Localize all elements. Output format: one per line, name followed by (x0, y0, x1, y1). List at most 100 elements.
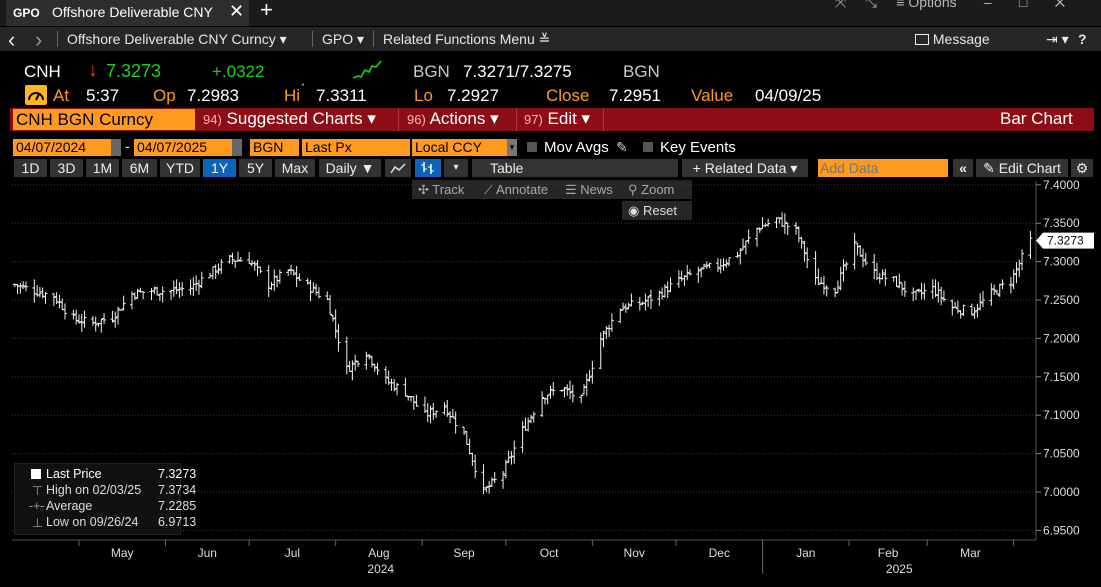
forward-icon[interactable]: › (35, 27, 42, 53)
ohlc-bar (82, 310, 87, 328)
ohlc-bar (1014, 262, 1019, 284)
ohlc-bar (565, 384, 570, 396)
close-label: Close (546, 86, 590, 105)
ohlc-bar (364, 351, 369, 370)
window-controls[interactable]: ⤧ ⤡ ≡ Options – □ ✕ (835, 0, 1065, 11)
related-data-button[interactable]: + Related Data ▾ (682, 159, 808, 177)
new-tab-icon[interactable]: + (260, 0, 273, 23)
export-icon[interactable]: ⇥ ▾ (1046, 31, 1069, 48)
ohlc-bar (102, 313, 107, 325)
y-tick-label: 7.1500 (1043, 370, 1080, 384)
ohlc-bar (520, 421, 525, 453)
net-change: +.0322 (212, 62, 265, 81)
edit-menu[interactable]: 97) Edit ▾ (524, 109, 590, 129)
ohlc-bar (247, 252, 252, 265)
field-selector[interactable]: Last Px (302, 139, 410, 156)
back-icon[interactable]: ‹ (8, 27, 15, 53)
end-date-field[interactable]: 04/07/2025 (134, 139, 235, 156)
ohlc-bar (604, 326, 609, 340)
legend-value: 6.9713 (158, 515, 197, 529)
range-1m-button[interactable]: 1M (86, 159, 119, 177)
security-field[interactable]: CNH BGN Curncy (13, 109, 195, 130)
ohlc-bar (294, 265, 299, 288)
ohlc-bar (796, 226, 801, 243)
close-icon[interactable]: ✕ (229, 1, 244, 22)
help-icon[interactable]: ? (1078, 31, 1087, 47)
gauge-icon[interactable] (25, 85, 47, 105)
range-max-button[interactable]: Max (275, 159, 315, 177)
currency-dropdown-icon[interactable]: ▾ (507, 139, 517, 156)
ohlc-bar (252, 261, 257, 271)
chart-style-dropdown-icon[interactable]: ▾ (444, 159, 468, 177)
chart-legend: Last Price 7.3273 ⊤ High on 02/03/25 7.3… (14, 463, 196, 535)
ticker: CNH (24, 62, 61, 81)
bar-chart-icon[interactable] (415, 159, 441, 177)
shrink-icon[interactable]: ⤡ (866, 0, 877, 10)
chart-type-label[interactable]: Bar Chart (1000, 109, 1073, 129)
key-events-label: Key Events (660, 139, 736, 156)
ohlc-bar (372, 363, 377, 372)
actions-menu[interactable]: 96) Actions ▾ (407, 109, 499, 129)
minimize-icon[interactable]: – (984, 0, 992, 10)
ohlc-bar (872, 253, 877, 280)
at-label: At (53, 86, 70, 105)
ohlc-bar (492, 472, 497, 484)
ohlc-bar (484, 486, 489, 493)
ohlc-bar (551, 382, 556, 396)
options-button[interactable]: ≡ Options (896, 0, 956, 10)
range-3d-button[interactable]: 3D (50, 159, 83, 177)
date-dash: - (125, 138, 130, 154)
line-chart-icon[interactable] (385, 159, 411, 177)
range-1d-button[interactable]: 1D (14, 159, 47, 177)
key-events-checkbox[interactable] (643, 142, 653, 152)
legend-value: 7.3734 (158, 483, 197, 497)
ohlc-bar (721, 258, 726, 271)
source-field[interactable]: BGN (250, 139, 299, 156)
calendar-icon[interactable] (232, 139, 242, 156)
message-button[interactable]: Message (915, 31, 990, 47)
security-dropdown[interactable]: Offshore Deliverable CNY Curncy ▾ (67, 31, 287, 48)
ohlc-bar (668, 277, 673, 293)
start-date-field[interactable]: 04/07/2024 (13, 139, 114, 156)
suggested-charts-menu[interactable]: 94) Suggested Charts ▾ (203, 109, 376, 129)
maximize-icon[interactable]: □ (1019, 0, 1027, 10)
ohlc-bar (269, 281, 274, 290)
calendar-icon[interactable] (111, 139, 121, 156)
tab-logo: GPO (13, 6, 40, 20)
high-value: 7.3311 (316, 86, 367, 105)
legend-label: High on 02/03/25 (46, 483, 142, 497)
resize-icon[interactable]: ⤧ (835, 0, 846, 10)
ohlc-bar (727, 257, 732, 267)
ohlc-bar (933, 279, 938, 298)
mov-avgs-checkbox[interactable] (527, 142, 537, 152)
range-5y-button[interactable]: 5Y (239, 159, 272, 177)
ohlc-bar (395, 382, 400, 396)
x-month-label: Jul (285, 546, 300, 560)
last-price-swatch (31, 469, 41, 479)
function-dropdown[interactable]: GPO ▾ (322, 31, 364, 48)
gear-icon[interactable]: ⚙ (1071, 159, 1093, 177)
range-1y-button[interactable]: 1Y (203, 159, 236, 177)
ohlc-bar (155, 286, 160, 296)
ohlc-bar (160, 286, 165, 303)
periodicity-dropdown[interactable]: Daily ▼ (319, 159, 381, 177)
ohlc-bar (961, 304, 966, 316)
add-data-input[interactable] (818, 159, 948, 177)
edit-chart-button[interactable]: ✎ Edit Chart (976, 159, 1068, 177)
table-button[interactable]: Table (472, 159, 678, 177)
legend-label: Average (46, 499, 93, 513)
related-functions-menu[interactable]: Related Functions Menu ≚ (383, 31, 550, 48)
ohlc-bar (311, 282, 316, 293)
collapse-icon[interactable]: « (953, 159, 973, 177)
legend-label: Low on 09/26/24 (46, 515, 139, 529)
ohlc-bar (861, 248, 866, 268)
ohlc-bar (841, 259, 846, 282)
tab-title[interactable]: Offshore Deliverable CNY (52, 4, 224, 20)
range-6m-button[interactable]: 6M (122, 159, 157, 177)
range-ytd-button[interactable]: YTD (160, 159, 200, 177)
bid-source: BGN (413, 62, 450, 81)
currency-selector[interactable]: Local CCY (412, 139, 510, 156)
pencil-icon[interactable]: ✎ (616, 139, 628, 156)
ohlc-bar (939, 286, 944, 306)
window-close-icon[interactable]: ✕ (1055, 0, 1066, 10)
